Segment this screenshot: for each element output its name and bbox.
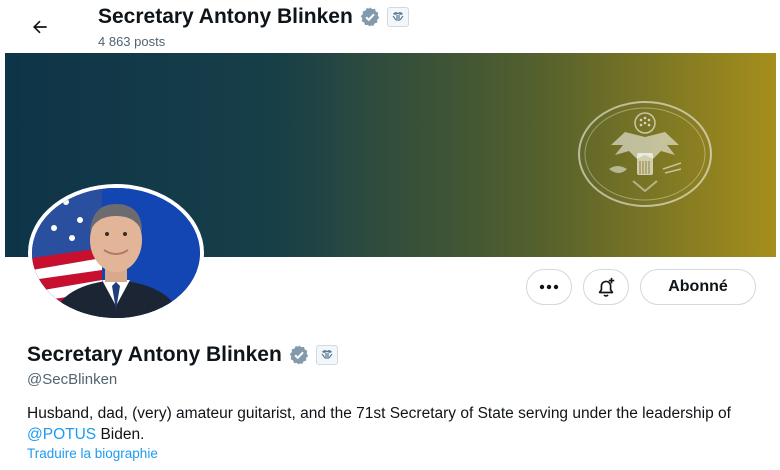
posts-count: 4 863 posts <box>98 34 166 49</box>
verified-badge-icon[interactable] <box>288 344 310 366</box>
verified-badge-icon <box>359 6 381 28</box>
profile-handle: @SecBlinken <box>27 371 118 388</box>
profile-name: Secretary Antony Blinken <box>27 343 282 366</box>
header-title: Secretary Antony Blinken <box>98 5 353 28</box>
top-bar: Secretary Antony Blinken 4 863 posts <box>0 0 780 53</box>
avatar-photo <box>32 188 200 318</box>
profile-avatar[interactable] <box>28 184 204 322</box>
bio-text: Husband, dad, (very) amateur guitarist, … <box>27 405 731 422</box>
back-button[interactable] <box>22 9 58 45</box>
following-button[interactable]: Abonné <box>640 269 756 305</box>
profile-bio: Husband, dad, (very) amateur guitarist, … <box>27 403 757 445</box>
bio-mention-link[interactable]: @POTUS <box>27 426 96 443</box>
more-options-button[interactable] <box>526 269 572 305</box>
bell-plus-icon <box>598 277 615 297</box>
state-department-seal-icon <box>578 101 712 207</box>
government-label-icon[interactable] <box>315 345 338 365</box>
government-label-icon[interactable] <box>386 7 409 27</box>
arrow-left-icon <box>33 20 47 34</box>
header-title-row: Secretary Antony Blinken <box>98 5 409 29</box>
notifications-button[interactable] <box>583 269 629 305</box>
translate-bio-link[interactable]: Traduire la biographie <box>27 446 158 461</box>
bio-text-end: Biden. <box>96 426 145 443</box>
ellipsis-icon <box>539 284 559 290</box>
profile-name-row: Secretary Antony Blinken <box>27 343 338 367</box>
